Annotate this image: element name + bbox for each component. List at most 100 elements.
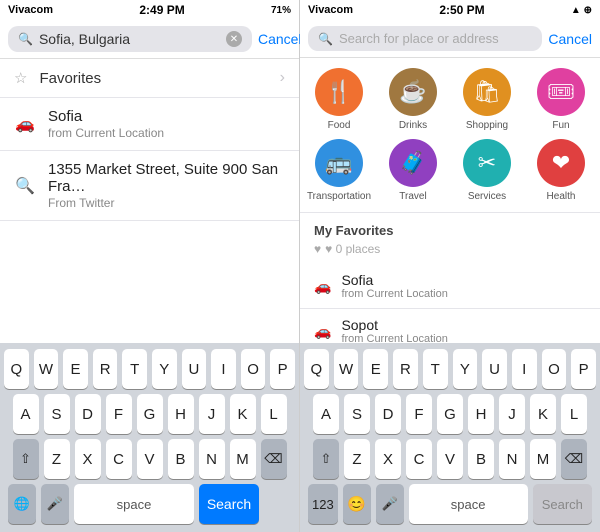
key-h-r[interactable]: H	[468, 394, 494, 434]
key-r[interactable]: R	[93, 349, 118, 389]
keyboard-row-3-right: ⇧ Z X C V B N M ⌫	[304, 439, 596, 479]
key-z-r[interactable]: Z	[344, 439, 370, 479]
shift-key-left[interactable]: ⇧	[13, 439, 39, 479]
key-r-r[interactable]: R	[393, 349, 418, 389]
shift-key-right[interactable]: ⇧	[313, 439, 339, 479]
key-c-r[interactable]: C	[406, 439, 432, 479]
key-d[interactable]: D	[75, 394, 101, 434]
result-item-sofia[interactable]: 🚗 Sofia from Current Location	[0, 98, 299, 151]
search-input-left[interactable]	[39, 31, 220, 47]
key-a[interactable]: A	[13, 394, 39, 434]
key-v-r[interactable]: V	[437, 439, 463, 479]
key-v[interactable]: V	[137, 439, 163, 479]
key-g[interactable]: G	[137, 394, 163, 434]
food-icon: 🍴	[315, 68, 363, 116]
right-result-sofia[interactable]: 🚗 Sofia from Current Location	[300, 264, 600, 309]
key-k-r[interactable]: K	[530, 394, 556, 434]
key-u[interactable]: U	[182, 349, 207, 389]
key-d-r[interactable]: D	[375, 394, 401, 434]
transportation-label: Transportation	[307, 191, 371, 202]
key-f-r[interactable]: F	[406, 394, 432, 434]
cat-shopping[interactable]: 🛍 Shopping	[454, 68, 520, 131]
keyboard-bottom-left: 🌐 🎤 space Search	[4, 484, 295, 528]
delete-key-left[interactable]: ⌫	[261, 439, 287, 479]
key-i-r[interactable]: I	[512, 349, 537, 389]
key-z[interactable]: Z	[44, 439, 70, 479]
mic-key-left[interactable]: 🎤	[41, 484, 69, 524]
key-x-r[interactable]: X	[375, 439, 401, 479]
result-item-twitter[interactable]: 🔍 1355 Market Street, Suite 900 San Fra……	[0, 151, 299, 221]
search-key-right[interactable]: Search	[533, 484, 592, 524]
key-k[interactable]: K	[230, 394, 256, 434]
key-p-r[interactable]: P	[571, 349, 596, 389]
cancel-button-left[interactable]: Cancel	[258, 31, 302, 47]
clear-button-left[interactable]: ✕	[226, 31, 242, 47]
key-a-r[interactable]: A	[313, 394, 339, 434]
key-m[interactable]: M	[230, 439, 256, 479]
cat-travel[interactable]: 🧳 Travel	[380, 139, 446, 202]
key-q-r[interactable]: Q	[304, 349, 329, 389]
key-l[interactable]: L	[261, 394, 287, 434]
key-i[interactable]: I	[211, 349, 236, 389]
space-key-left[interactable]: space	[74, 484, 194, 524]
favorites-item[interactable]: ☆ Favorites ›	[0, 59, 299, 98]
food-label: Food	[328, 120, 351, 131]
key-f[interactable]: F	[106, 394, 132, 434]
key-n[interactable]: N	[199, 439, 225, 479]
favorites-label: Favorites	[39, 70, 101, 87]
search-bar-left: 🔍 ✕ Cancel	[0, 20, 299, 59]
key-e-r[interactable]: E	[363, 349, 388, 389]
key-j[interactable]: J	[199, 394, 225, 434]
search-key-left[interactable]: Search	[199, 484, 259, 524]
num-key-right[interactable]: 123	[308, 484, 338, 524]
key-q[interactable]: Q	[4, 349, 29, 389]
cat-transportation[interactable]: 🚌 Transportation	[306, 139, 372, 202]
right-result-sopot[interactable]: 🚗 Sopot from Current Location	[300, 309, 600, 343]
key-p[interactable]: P	[270, 349, 295, 389]
key-c[interactable]: C	[106, 439, 132, 479]
key-y-r[interactable]: Y	[453, 349, 478, 389]
services-label: Services	[468, 191, 506, 202]
key-n-r[interactable]: N	[499, 439, 525, 479]
key-w-r[interactable]: W	[334, 349, 359, 389]
cat-health[interactable]: ❤ Health	[528, 139, 594, 202]
emoji-key-right[interactable]: 😊	[343, 484, 371, 524]
cat-drinks[interactable]: ☕ Drinks	[380, 68, 446, 131]
key-h[interactable]: H	[168, 394, 194, 434]
key-o[interactable]: O	[241, 349, 266, 389]
key-b[interactable]: B	[168, 439, 194, 479]
cat-food[interactable]: 🍴 Food	[306, 68, 372, 131]
drinks-icon: ☕	[389, 68, 437, 116]
search-field-left[interactable]: 🔍 ✕	[8, 26, 252, 52]
key-m-r[interactable]: M	[530, 439, 556, 479]
search-icon-right: 🔍	[318, 32, 333, 46]
search-field-right[interactable]: 🔍 Search for place or address	[308, 26, 542, 51]
star-icon: ☆	[14, 69, 27, 87]
key-o-r[interactable]: O	[542, 349, 567, 389]
key-s-r[interactable]: S	[344, 394, 370, 434]
key-u-r[interactable]: U	[482, 349, 507, 389]
delete-key-right[interactable]: ⌫	[561, 439, 587, 479]
mic-key-right[interactable]: 🎤	[376, 484, 404, 524]
key-j-r[interactable]: J	[499, 394, 525, 434]
key-t-r[interactable]: T	[423, 349, 448, 389]
battery-left: 71%	[271, 5, 291, 16]
cancel-button-right[interactable]: Cancel	[548, 31, 592, 47]
key-x[interactable]: X	[75, 439, 101, 479]
key-l-r[interactable]: L	[561, 394, 587, 434]
key-s[interactable]: S	[44, 394, 70, 434]
services-icon: ✂	[463, 139, 511, 187]
cat-fun[interactable]: 🎟 Fun	[528, 68, 594, 131]
favorites-count: ♥ 0 places	[325, 242, 380, 256]
key-g-r[interactable]: G	[437, 394, 463, 434]
space-key-right[interactable]: space	[409, 484, 528, 524]
right-result-sub-1: from Current Location	[341, 288, 447, 300]
key-y[interactable]: Y	[152, 349, 177, 389]
globe-key-left[interactable]: 🌐	[8, 484, 36, 524]
key-t[interactable]: T	[122, 349, 147, 389]
key-b-r[interactable]: B	[468, 439, 494, 479]
cat-services[interactable]: ✂ Services	[454, 139, 520, 202]
left-panel: Vivacom 2:49 PM 71% 🔍 ✕ Cancel ☆ Favorit…	[0, 0, 300, 532]
key-w[interactable]: W	[34, 349, 59, 389]
key-e[interactable]: E	[63, 349, 88, 389]
